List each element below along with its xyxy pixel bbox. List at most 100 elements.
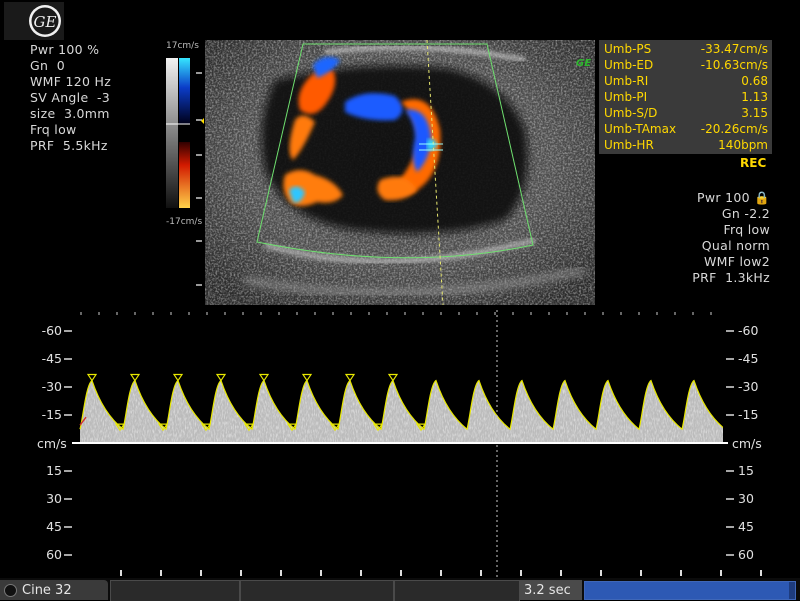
measurement-row: Umb-HR 140bpm bbox=[599, 137, 772, 153]
softkey-tab-2[interactable] bbox=[240, 580, 394, 601]
frame-dot bbox=[134, 312, 136, 315]
time-tick bbox=[760, 570, 762, 576]
frame-dot bbox=[314, 312, 316, 315]
cine-progress-bar[interactable] bbox=[584, 581, 796, 600]
axis-tick-label-left: -45 bbox=[42, 351, 62, 366]
measurement-row: Umb-PS -33.47cm/s bbox=[599, 41, 772, 57]
axis-tick-label-left: 30 bbox=[46, 491, 62, 506]
frame-dot bbox=[188, 312, 190, 315]
measurement-value: 0.68 bbox=[741, 74, 768, 88]
frame-dot bbox=[656, 312, 658, 315]
frame-dot bbox=[530, 312, 532, 315]
frame-dot bbox=[566, 312, 568, 315]
time-tick bbox=[640, 570, 642, 576]
axis-tick-label-right: 45 bbox=[738, 519, 754, 534]
param-wmf: WMF 120 Hz bbox=[30, 74, 112, 89]
axis-tick-label-left: 60 bbox=[46, 547, 62, 562]
frame-dot bbox=[674, 312, 676, 315]
time-tick bbox=[240, 570, 242, 576]
depth-scale-ticks bbox=[196, 72, 204, 286]
ge-overlay-tag: GE bbox=[576, 58, 592, 69]
axis-tick-label-right: -60 bbox=[738, 323, 758, 338]
rec-indicator: REC bbox=[740, 156, 767, 170]
frame-dot bbox=[692, 312, 694, 315]
frame-dot bbox=[512, 312, 514, 315]
peak-systolic-marker bbox=[86, 373, 98, 382]
measurement-label: Umb-TAmax bbox=[604, 122, 677, 136]
softkey-tab-3[interactable] bbox=[394, 580, 520, 601]
frame-dot bbox=[206, 312, 208, 315]
param-power: Pwr 100 % bbox=[30, 42, 100, 57]
param-gain: Gn 0 bbox=[30, 58, 66, 73]
cine-record-icon bbox=[4, 583, 17, 597]
frame-dot bbox=[476, 312, 478, 315]
time-tick bbox=[200, 570, 202, 576]
param-pw-frequency: Frq low bbox=[723, 222, 770, 237]
cine-duration: 3.2 sec bbox=[520, 580, 582, 600]
frame-dot bbox=[440, 312, 442, 315]
param-pw-power: Pwr 100 🔒 bbox=[697, 190, 770, 205]
frame-dot bbox=[350, 312, 352, 315]
cine-progress-fill bbox=[585, 582, 789, 599]
frame-dot bbox=[458, 312, 460, 315]
frame-dot bbox=[710, 312, 712, 315]
measurement-row: Umb-TAmax -20.26cm/s bbox=[599, 121, 772, 137]
measurement-label: Umb-HR bbox=[604, 138, 654, 152]
frame-dot bbox=[224, 312, 226, 315]
param-prf: PRF 5.5kHz bbox=[30, 138, 108, 153]
param-pw-quality: Qual norm bbox=[701, 238, 770, 253]
frame-dot bbox=[260, 312, 262, 315]
frame-dot bbox=[332, 312, 334, 315]
axis-tick-label-left: 15 bbox=[46, 463, 62, 478]
frame-dot bbox=[152, 312, 154, 315]
frame-dot bbox=[386, 312, 388, 315]
time-tick bbox=[440, 570, 442, 576]
time-tick bbox=[160, 570, 162, 576]
measurement-row: Umb-RI 0.68 bbox=[599, 73, 772, 89]
frame-dot bbox=[368, 312, 370, 315]
doppler-spectrum[interactable]: -60 -45 -30 -15 15 30 45 60 -60 -45 -30 -15 15 30 45 6… bbox=[0, 310, 800, 580]
measurement-label: Umb-ED bbox=[604, 58, 654, 72]
axis-tick-label-right: -30 bbox=[738, 379, 758, 394]
axis-tick-label-left: -30 bbox=[42, 379, 62, 394]
time-tick bbox=[480, 570, 482, 576]
ultrasound-2d-image[interactable] bbox=[205, 40, 595, 305]
measurement-label: Umb-S/D bbox=[604, 106, 658, 120]
softkey-tab-1[interactable] bbox=[110, 580, 240, 601]
frame-dot bbox=[638, 312, 640, 315]
color-velocity-bar bbox=[166, 58, 190, 208]
doppler-unit-left: cm/s bbox=[37, 436, 67, 451]
pw-doppler-parameters: Pwr 100 🔒 Gn -2.2 Frq low Qual norm WMF … bbox=[692, 190, 770, 286]
axis-tick-label-right: 30 bbox=[738, 491, 754, 506]
measurement-value: -10.63cm/s bbox=[700, 58, 768, 72]
axis-tick-label-left: -60 bbox=[42, 323, 62, 338]
param-size: size 3.0mm bbox=[30, 106, 110, 121]
frame-dot bbox=[548, 312, 550, 315]
measurement-value: 140bpm bbox=[718, 138, 768, 152]
color-doppler-parameters: Pwr 100 % Gn 0 WMF 120 Hz SV Angle -3 si… bbox=[30, 42, 111, 154]
measurement-label: Umb-RI bbox=[604, 74, 649, 88]
cine-button[interactable]: Cine 32 bbox=[0, 580, 108, 600]
peak-systolic-marker bbox=[344, 373, 356, 382]
measurement-label: Umb-PI bbox=[604, 90, 648, 104]
measurement-row: Umb-ED -10.63cm/s bbox=[599, 57, 772, 73]
measurement-value: 3.15 bbox=[741, 106, 768, 120]
param-pw-prf: PRF 1.3kHz bbox=[692, 270, 770, 285]
axis-tick-label-left: -15 bbox=[42, 407, 62, 422]
ge-logo-text: GE bbox=[34, 13, 57, 31]
measurement-results-box: Umb-PS -33.47cm/s Umb-ED -10.63cm/s Umb-RI… bbox=[599, 40, 772, 154]
cine-label: Cine 32 bbox=[22, 582, 72, 598]
time-tick bbox=[560, 570, 562, 576]
axis-tick-label-right: 60 bbox=[738, 547, 754, 562]
frame-dot bbox=[602, 312, 604, 315]
time-tick bbox=[120, 570, 122, 576]
measurement-row: Umb-S/D 3.15 bbox=[599, 105, 772, 121]
peak-systolic-marker bbox=[215, 373, 227, 382]
time-tick bbox=[320, 570, 322, 576]
frame-dot bbox=[80, 312, 82, 315]
color-bar-top-label: 17cm/s bbox=[166, 41, 199, 51]
frame-dot bbox=[404, 312, 406, 315]
time-tick bbox=[520, 570, 522, 576]
peak-systolic-marker bbox=[129, 373, 141, 382]
measurement-row: Umb-PI 1.13 bbox=[599, 89, 772, 105]
